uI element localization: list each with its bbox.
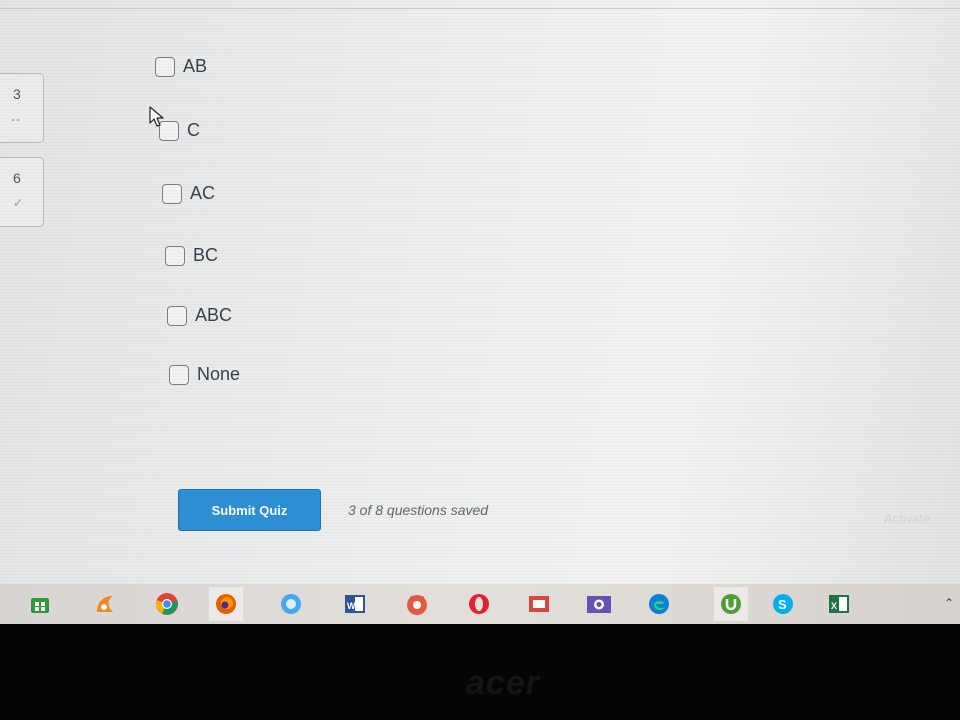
answer-label: ABC <box>195 305 233 325</box>
answer-checkbox[interactable] <box>167 305 187 326</box>
answer-option-ac[interactable]: AC <box>162 183 215 204</box>
page-top-border <box>0 8 960 9</box>
monitor-bezel: acer <box>0 624 960 720</box>
answer-label: C <box>187 120 200 140</box>
browser-viewport: 3 -- 6 ✓ AB C AC BC ABC None Submit Quiz… <box>0 0 960 584</box>
answer-checkbox[interactable] <box>165 245 185 266</box>
question-number: 3 <box>13 86 21 102</box>
answer-option-bc[interactable]: BC <box>165 245 218 266</box>
uc-browser-icon[interactable] <box>88 587 122 621</box>
answered-check-icon: ✓ <box>13 196 25 210</box>
question-number: 6 <box>13 170 21 186</box>
presentation-icon[interactable] <box>522 587 556 621</box>
answer-checkbox[interactable] <box>155 56 175 77</box>
show-hidden-icons-chevron-icon[interactable]: ⌃ <box>944 596 954 610</box>
answer-label: AC <box>190 183 216 203</box>
excel-icon[interactable]: X <box>822 587 856 621</box>
submit-quiz-button[interactable]: Submit Quiz <box>178 489 321 531</box>
save-status-text: 3 of 8 questions saved <box>348 502 489 518</box>
answer-option-c[interactable]: C <box>159 120 200 141</box>
svg-text:X: X <box>831 601 837 611</box>
opera-icon[interactable] <box>462 587 496 621</box>
utorrent-icon[interactable] <box>714 587 748 621</box>
answer-label: None <box>197 364 241 384</box>
word-icon[interactable]: W <box>338 587 372 621</box>
answer-label: BC <box>193 245 219 265</box>
acer-logo: acer <box>466 664 540 702</box>
answer-checkbox[interactable] <box>162 183 182 204</box>
answer-option-abc[interactable]: ABC <box>167 305 232 326</box>
activate-windows-watermark: Activate <box>884 511 931 526</box>
firefox-icon[interactable] <box>209 587 243 621</box>
camera-icon[interactable] <box>582 587 616 621</box>
question-status: -- <box>11 112 21 126</box>
answer-label: AB <box>183 56 208 76</box>
chrome-icon[interactable] <box>150 587 184 621</box>
svg-text:W: W <box>347 601 356 611</box>
skype-icon[interactable]: S <box>766 587 800 621</box>
windows-taskbar: W S X ⌃ <box>0 584 960 624</box>
media-icon[interactable] <box>400 587 434 621</box>
browser-icon[interactable] <box>274 587 308 621</box>
answer-option-ab[interactable]: AB <box>155 56 207 77</box>
svg-text:S: S <box>778 597 787 612</box>
answer-checkbox[interactable] <box>169 364 189 385</box>
answer-option-none[interactable]: None <box>169 364 240 385</box>
edge-icon[interactable] <box>642 587 676 621</box>
mouse-pointer-icon <box>149 106 164 127</box>
question-nav-item-3[interactable]: 3 -- <box>0 73 44 143</box>
store-icon[interactable] <box>23 587 57 621</box>
question-nav-item-6[interactable]: 6 ✓ <box>0 157 44 227</box>
